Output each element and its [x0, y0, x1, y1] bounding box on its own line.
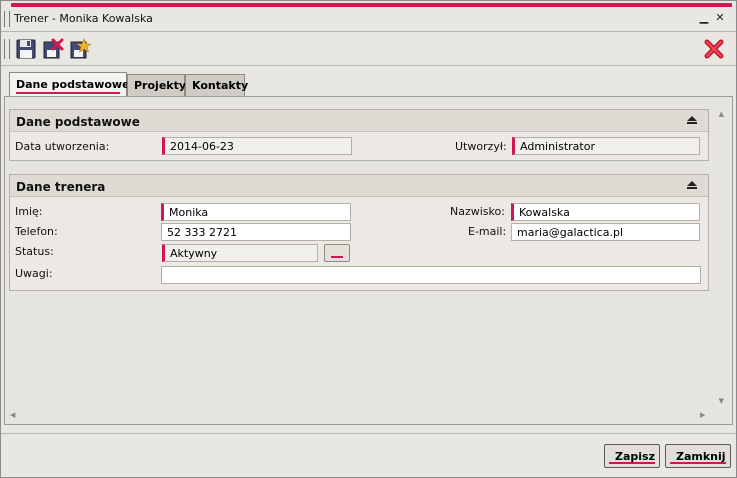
toolbar [1, 33, 736, 65]
button-underline [670, 462, 726, 464]
tab-kontakty[interactable]: Kontakty [185, 74, 249, 96]
first-name-field[interactable]: Monika [161, 203, 351, 221]
new-icon[interactable] [69, 38, 92, 60]
first-name-label: Imię: [15, 205, 43, 218]
title-bar: Trener - Monika Kowalska ▁ ✕ [1, 7, 736, 31]
close-icon[interactable] [703, 38, 725, 60]
section-basic: Dane podstawowe Data utworzenia: 2014-06… [9, 109, 709, 161]
author-label: Utworzył: [455, 140, 507, 153]
email-label: E-mail: [468, 225, 507, 238]
section-title: Dane podstawowe [16, 115, 140, 129]
minimize-icon[interactable]: ▁ [698, 12, 710, 24]
tab-panel: ▲ ▼ ◀ ▶ Dane podstawowe Data utworzenia:… [4, 96, 733, 425]
button-underline [609, 462, 655, 464]
status-label: Status: [15, 245, 54, 258]
collapse-icon[interactable] [686, 115, 698, 125]
email-field[interactable]: maria@galactica.pl [511, 223, 700, 241]
phone-label: Telefon: [15, 225, 58, 238]
save-icon[interactable] [15, 38, 37, 60]
status-field: Aktywny [162, 244, 318, 262]
scroll-down-icon[interactable]: ▼ [719, 397, 724, 405]
delete-icon[interactable] [42, 38, 64, 60]
toolbar-grip[interactable] [4, 39, 10, 59]
notes-label: Uwagi: [15, 267, 53, 280]
section-header[interactable]: Dane podstawowe [10, 110, 708, 132]
author-field: Administrator [512, 137, 700, 155]
last-name-field[interactable]: Kowalska [511, 203, 700, 221]
tab-label: Dane podstawowe [16, 78, 130, 91]
drag-grip[interactable] [4, 11, 10, 27]
created-field: 2014-06-23 [162, 137, 352, 155]
divider [1, 433, 736, 434]
status-picker-button[interactable] [324, 244, 350, 262]
tab-underline [16, 92, 120, 94]
section-header[interactable]: Dane trenera [10, 175, 708, 197]
phone-field[interactable]: 52 333 2721 [161, 223, 351, 241]
tab-dane-podstawowe[interactable]: Dane podstawowe [9, 72, 130, 96]
window-close-icon[interactable]: ✕ [714, 12, 726, 24]
window-title: Trener - Monika Kowalska [14, 12, 153, 25]
trainer-window: Trener - Monika Kowalska ▁ ✕ Dane podsta… [0, 0, 737, 478]
section-title: Dane trenera [16, 180, 106, 194]
tab-label: Kontakty [192, 79, 249, 92]
created-label: Data utworzenia: [15, 140, 110, 153]
notes-field[interactable] [161, 266, 701, 284]
last-name-label: Nazwisko: [450, 205, 505, 218]
section-trainer: Dane trenera Imię: Monika Nazwisko: Kowa… [9, 174, 709, 291]
scroll-left-icon[interactable]: ◀ [10, 411, 15, 419]
collapse-icon[interactable] [686, 180, 698, 190]
tab-projekty[interactable]: Projekty [127, 74, 187, 96]
save-button[interactable]: Zapisz [604, 444, 660, 468]
tab-label: Projekty [134, 79, 187, 92]
scroll-up-icon[interactable]: ▲ [719, 110, 724, 118]
divider [1, 31, 736, 32]
picker-bar [331, 256, 343, 258]
scroll-right-icon[interactable]: ▶ [700, 411, 705, 419]
divider [1, 65, 736, 66]
close-button[interactable]: Zamknij [665, 444, 731, 468]
